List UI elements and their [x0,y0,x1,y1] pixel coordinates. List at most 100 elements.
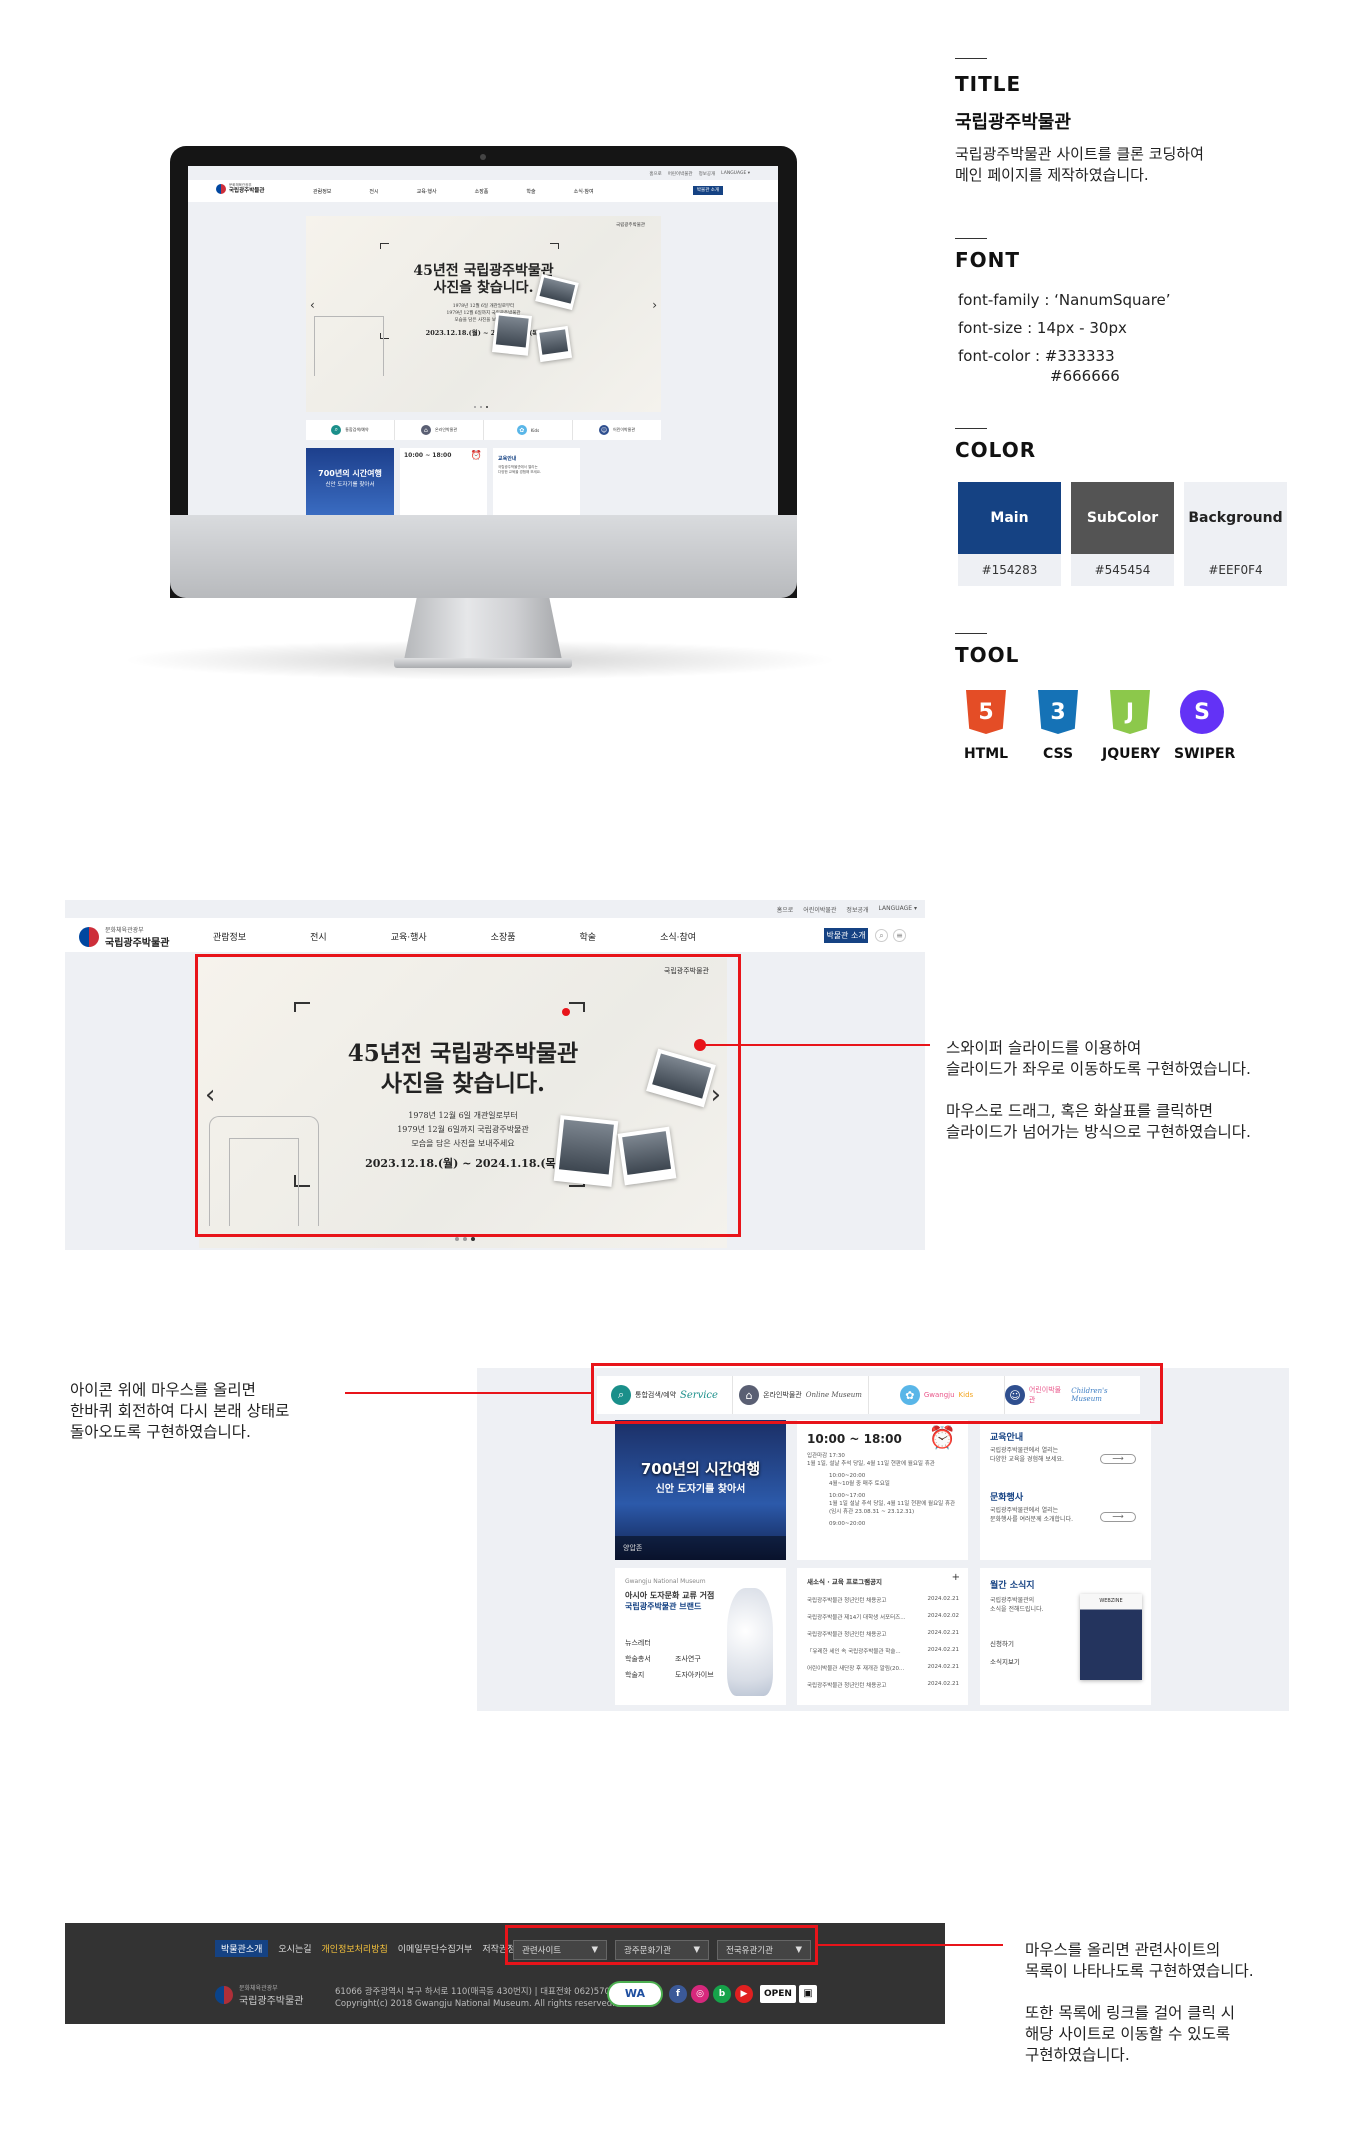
pagination-dot[interactable] [486,406,488,408]
edu-text-line: 국립광주박물관에서 열리는 [990,1447,1059,1454]
news-item[interactable]: 국립광주박물관 제14기 대학생 서포터즈... 2024.02.02 [807,1613,959,1630]
util-link[interactable]: 어린이박물관 [803,905,836,914]
news-item[interactable]: 국립광주박물관 청년인턴 채용공고 2024.02.21 [807,1681,959,1698]
pagination-dot[interactable] [471,1237,475,1241]
slide-prev-arrow[interactable]: ‹ [310,298,315,312]
pagination-dot[interactable] [455,1237,459,1241]
brand-link[interactable]: 학술총서 [625,1654,651,1664]
footer-link[interactable]: 개인정보처리방침 [322,1942,388,1955]
brand-link[interactable]: 조사연구 [675,1654,701,1664]
news-tabs[interactable]: 새소식 · 교육 프로그램공지 [807,1576,882,1586]
menu-item[interactable]: 전시 [310,930,327,943]
color-swatch: Background #EEF0F4 [1184,482,1287,586]
main-slide[interactable]: 국립광주박물관 45년전 국립광주박물관 사진을 찾습니다. 1978년 12월… [306,216,661,412]
slide-title-line-2: 사진을 찾습니다. [433,280,534,296]
hours-info: 입관마감 17:30 1월 1일, 설날 추석 당일, 4월 11일 현판에 월… [807,1452,955,1528]
youtube-icon[interactable]: ▶ [735,1985,753,2003]
util-link[interactable]: LANGUAGE ▾ [879,905,917,914]
html5-icon: 5 [966,690,1006,734]
quick-link[interactable]: ✿ Kids [484,420,573,440]
museum-icon: ⌂ [420,425,431,435]
footer-link[interactable]: 이메일무단수집거부 [398,1942,473,1955]
site-logo[interactable]: 문화체육관광부 국립광주박물관 [79,925,169,949]
menu-item[interactable]: 학술 [580,930,597,943]
quick-link[interactable]: ⌕ 통합검색/예약 [306,420,395,440]
news-card: 새소식 · 교육 프로그램공지 + 국립광주박물관 청년인턴 채용공고 2024.… [797,1568,968,1705]
util-link[interactable]: 어린이박물관 [668,171,693,177]
slide-next-arrow[interactable]: › [652,298,657,312]
brand-link[interactable]: 뉴스레터 [625,1638,651,1648]
facebook-icon[interactable]: f [669,1985,687,2003]
search-icon[interactable]: ⌕ [875,929,888,942]
museum-intro-button[interactable]: 박물관 소개 [693,186,723,195]
note-line [1025,1982,1254,2003]
emblem-icon [215,1986,233,2004]
quick-link[interactable]: ⌂ 온라인박물관 [395,420,484,440]
news-item[interactable]: 어린이박물관 새단장 후 재개관 알림(20... 2024.02.21 [807,1664,959,1681]
event-title[interactable]: 문화행사 [990,1490,1023,1503]
education-card[interactable]: 교육안내 국립광주박물관에서 열리는 다양한 교육을 경험해 보세요. [493,448,580,515]
footer-link[interactable]: 오시는길 [278,1942,311,1955]
util-link[interactable]: 홈으로 [777,905,794,914]
quick-link-bar: ⌕ 통합검색/예약 ⌂ 온라인박물관 ✿ Kids ☺ 어린이박물관 [306,420,661,440]
arrow-right-icon[interactable]: ⟶ [1100,1454,1136,1464]
highlight-box [591,1363,1163,1424]
camera-icon [480,154,486,160]
footer-link[interactable]: 박물관소개 [215,1940,269,1957]
menu-item[interactable]: 전시 [369,188,378,195]
pagination-dot[interactable] [480,406,482,408]
webzine-cover[interactable]: WEBZINE [1080,1594,1142,1680]
pagination-dot[interactable] [463,1237,467,1241]
quick-link-label: 어린이박물관 [612,427,636,432]
exhibition-banner[interactable]: 700년의 시간여행 신안 도자기를 찾아서 양압존 [615,1420,786,1560]
edu-title[interactable]: 교육안내 [990,1430,1023,1443]
webzine-text: 국립광주박물관의 소식을 전해드립니다. [990,1596,1044,1614]
util-link[interactable]: LANGUAGE ▾ [721,171,750,177]
quick-link[interactable]: ☺ 어린이박물관 [573,420,661,440]
webzine-view[interactable]: 소식지보기 [990,1656,1020,1666]
menu-item[interactable]: 학술 [526,188,535,195]
edu-text: 국립광주박물관에서 열리는 다양한 교육을 경험해 보세요. [990,1446,1064,1464]
util-link[interactable]: 홈으로 [649,171,661,177]
news-item[interactable]: 국립광주박물관 청년인턴 채용공고 2024.02.21 [807,1596,959,1613]
footer-logo-ministry: 문화체육관광부 [239,1985,278,1992]
menu-item[interactable]: 소식·참여 [574,188,594,195]
news-item[interactable]: 국립광주박물관 청년인턴 채용공고 2024.02.21 [807,1630,959,1647]
footer-address: 61066 광주광역시 북구 하서로 110(매곡동 430번지) | 대표전화… [335,1987,635,1997]
util-link[interactable]: 정보공개 [846,905,868,914]
font-size-text: font-size : 14px - 30px [958,319,1127,337]
footer-nav: 박물관소개 오시는길 개인정보처리방침 이메일무단수집거부 저작권정책 [215,1940,524,1957]
news-date: 2024.02.02 [927,1613,960,1619]
exhibition-banner[interactable]: 700년의 시간여행 신안 도자기를 찾아서 [306,448,394,515]
menu-item[interactable]: 관람정보 [313,188,331,195]
menu-item[interactable]: 소장품 [491,930,516,943]
news-item[interactable]: 「유레한 세인 속 국립광주박물관 학술... 2024.02.21 [807,1647,959,1664]
color-heading: COLOR [955,438,1037,462]
museum-intro-button[interactable]: 박물관 소개 [824,928,868,943]
footer-logo-name: 국립광주박물관 [239,1996,304,2007]
wa-certification-badge: WA [607,1981,663,2007]
menu-item[interactable]: 소장품 [475,188,489,195]
hours-card: 10:00 ~ 18:00 ⏰ 입관마감 17:30 1월 1일, 설날 추석 … [797,1420,968,1560]
font-color-text: font-color : #333333 [958,347,1115,365]
blog-icon[interactable]: b [713,1985,731,2003]
utility-links: 홈으로 어린이박물관 정보공개 LANGUAGE ▾ [188,171,750,177]
event-text-line: 문화행사를 여러분께 소개합니다. [990,1516,1074,1523]
util-link[interactable]: 정보공개 [699,171,716,177]
plus-icon[interactable]: + [952,1572,960,1583]
site-logo[interactable]: 문화체육관광부 국립광주박물관 [216,183,264,195]
menu-icon[interactable]: ≡ [893,929,906,942]
menu-item[interactable]: 교육·행사 [417,188,437,195]
instagram-icon[interactable]: ◎ [691,1985,709,2003]
menu-item[interactable]: 교육·행사 [391,930,427,943]
quick-link-label: Kids [530,427,540,433]
menu-item[interactable]: 소식·참여 [660,930,696,943]
arrow-right-icon[interactable]: ⟶ [1100,1512,1136,1522]
webzine-subscribe[interactable]: 신청하기 [990,1638,1014,1648]
logo-ministry: 문화체육관광부 [105,927,144,934]
css3-icon: 3 [1038,690,1078,734]
brand-link[interactable]: 도자아카이브 [675,1670,714,1680]
pagination-dot[interactable] [474,406,476,408]
brand-link[interactable]: 학술지 [625,1670,644,1680]
menu-item[interactable]: 관람정보 [213,930,246,943]
